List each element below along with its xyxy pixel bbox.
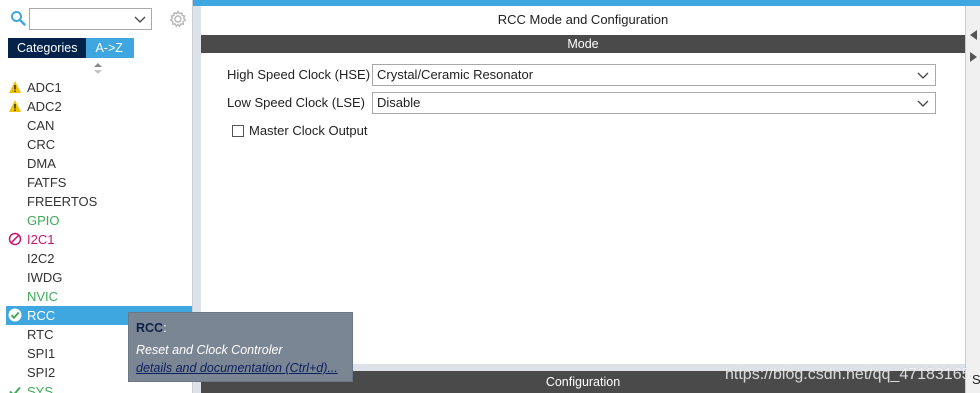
list-item-i2c2[interactable]: I2C2 [6, 249, 192, 268]
right-scrollbar[interactable] [965, 6, 980, 393]
tooltip-description: Reset and Clock Controler [136, 343, 283, 357]
watermark: https://blog.csdn.net/qq_47183165 [725, 366, 971, 383]
warning-icon [8, 99, 22, 113]
list-item-label: ADC2 [27, 99, 62, 114]
check-circle-icon [8, 308, 22, 322]
list-item-label: DMA [27, 156, 56, 171]
sidebar-tabs: Categories A->Z [8, 38, 135, 58]
list-item-label: CRC [27, 137, 56, 152]
hse-value: Crystal/Ceramic Resonator [377, 67, 534, 82]
hse-label: High Speed Clock (HSE) [227, 67, 371, 82]
master-clock-output-checkbox[interactable]: Master Clock Output [232, 123, 368, 139]
list-item-fatfs[interactable]: FATFS [6, 173, 192, 192]
page-title: RCC Mode and Configuration [497, 12, 669, 27]
tab-a-z[interactable]: A->Z [86, 38, 135, 58]
warning-icon [8, 80, 22, 94]
list-item-label: FATFS [27, 175, 67, 190]
search-input[interactable] [29, 8, 152, 30]
lse-label: Low Speed Clock (LSE) [227, 95, 366, 110]
list-item-label: GPIO [27, 213, 60, 228]
list-item-label: ADC1 [27, 80, 62, 95]
list-item-label: I2C1 [27, 232, 55, 247]
list-item-label: RTC [27, 327, 54, 342]
list-item-can[interactable]: CAN [6, 116, 192, 135]
list-item-adc2[interactable]: ADC2 [6, 97, 192, 116]
list-item-label: SPI1 [27, 346, 56, 361]
sort-arrows-icon[interactable] [93, 63, 103, 75]
tooltip-documentation-link[interactable]: details and documentation (Ctrl+d)... [136, 361, 345, 375]
list-item-label: I2C2 [27, 251, 55, 266]
list-item-label: RCC [27, 308, 56, 323]
check-icon [8, 384, 22, 393]
chevron-down-icon[interactable] [917, 96, 929, 110]
tooltip-title-colon: : [163, 321, 167, 335]
list-item-dma[interactable]: DMA [6, 154, 192, 173]
scroll-left-arrow-icon[interactable] [969, 28, 978, 40]
master-clock-output-label: Master Clock Output [249, 123, 368, 138]
search-icon[interactable] [10, 10, 26, 26]
chevron-down-icon[interactable] [917, 68, 929, 82]
list-item-label: SPI2 [27, 365, 56, 380]
list-item-iwdg[interactable]: IWDG [6, 268, 192, 287]
list-item-label: IWDG [27, 270, 63, 285]
list-item-sys[interactable]: SYS [6, 382, 192, 393]
tab-categories[interactable]: Categories [8, 38, 87, 58]
tooltip-title-text: RCC [136, 321, 164, 335]
checkbox-box[interactable] [232, 125, 244, 137]
list-item-crc[interactable]: CRC [6, 135, 192, 154]
mode-section-header[interactable]: Mode [201, 35, 965, 53]
list-item-gpio[interactable]: GPIO [6, 211, 192, 230]
disabled-icon [8, 232, 22, 246]
scroll-right-arrow-icon[interactable] [969, 50, 978, 62]
edge-cut-text: S [972, 372, 980, 387]
hse-select[interactable]: Crystal/Ceramic Resonator [372, 64, 936, 86]
lse-select[interactable]: Disable [372, 92, 936, 114]
list-item-freertos[interactable]: FREERTOS [6, 192, 192, 211]
list-item-label: CAN [27, 118, 55, 133]
list-item-adc1[interactable]: ADC1 [6, 78, 192, 97]
list-item-label: NVIC [27, 289, 59, 304]
tooltip-title: RCC: [136, 321, 345, 335]
list-item-label: SYS [27, 384, 54, 393]
rcc-tooltip: RCC: Reset and Clock Controler details a… [128, 312, 353, 382]
list-item-i2c1[interactable]: I2C1 [6, 230, 192, 249]
lse-value: Disable [377, 95, 421, 110]
gear-icon[interactable] [169, 10, 187, 28]
list-item-label: FREERTOS [27, 194, 98, 209]
chevron-down-icon[interactable] [134, 12, 146, 26]
list-item-nvic[interactable]: NVIC [6, 287, 192, 306]
